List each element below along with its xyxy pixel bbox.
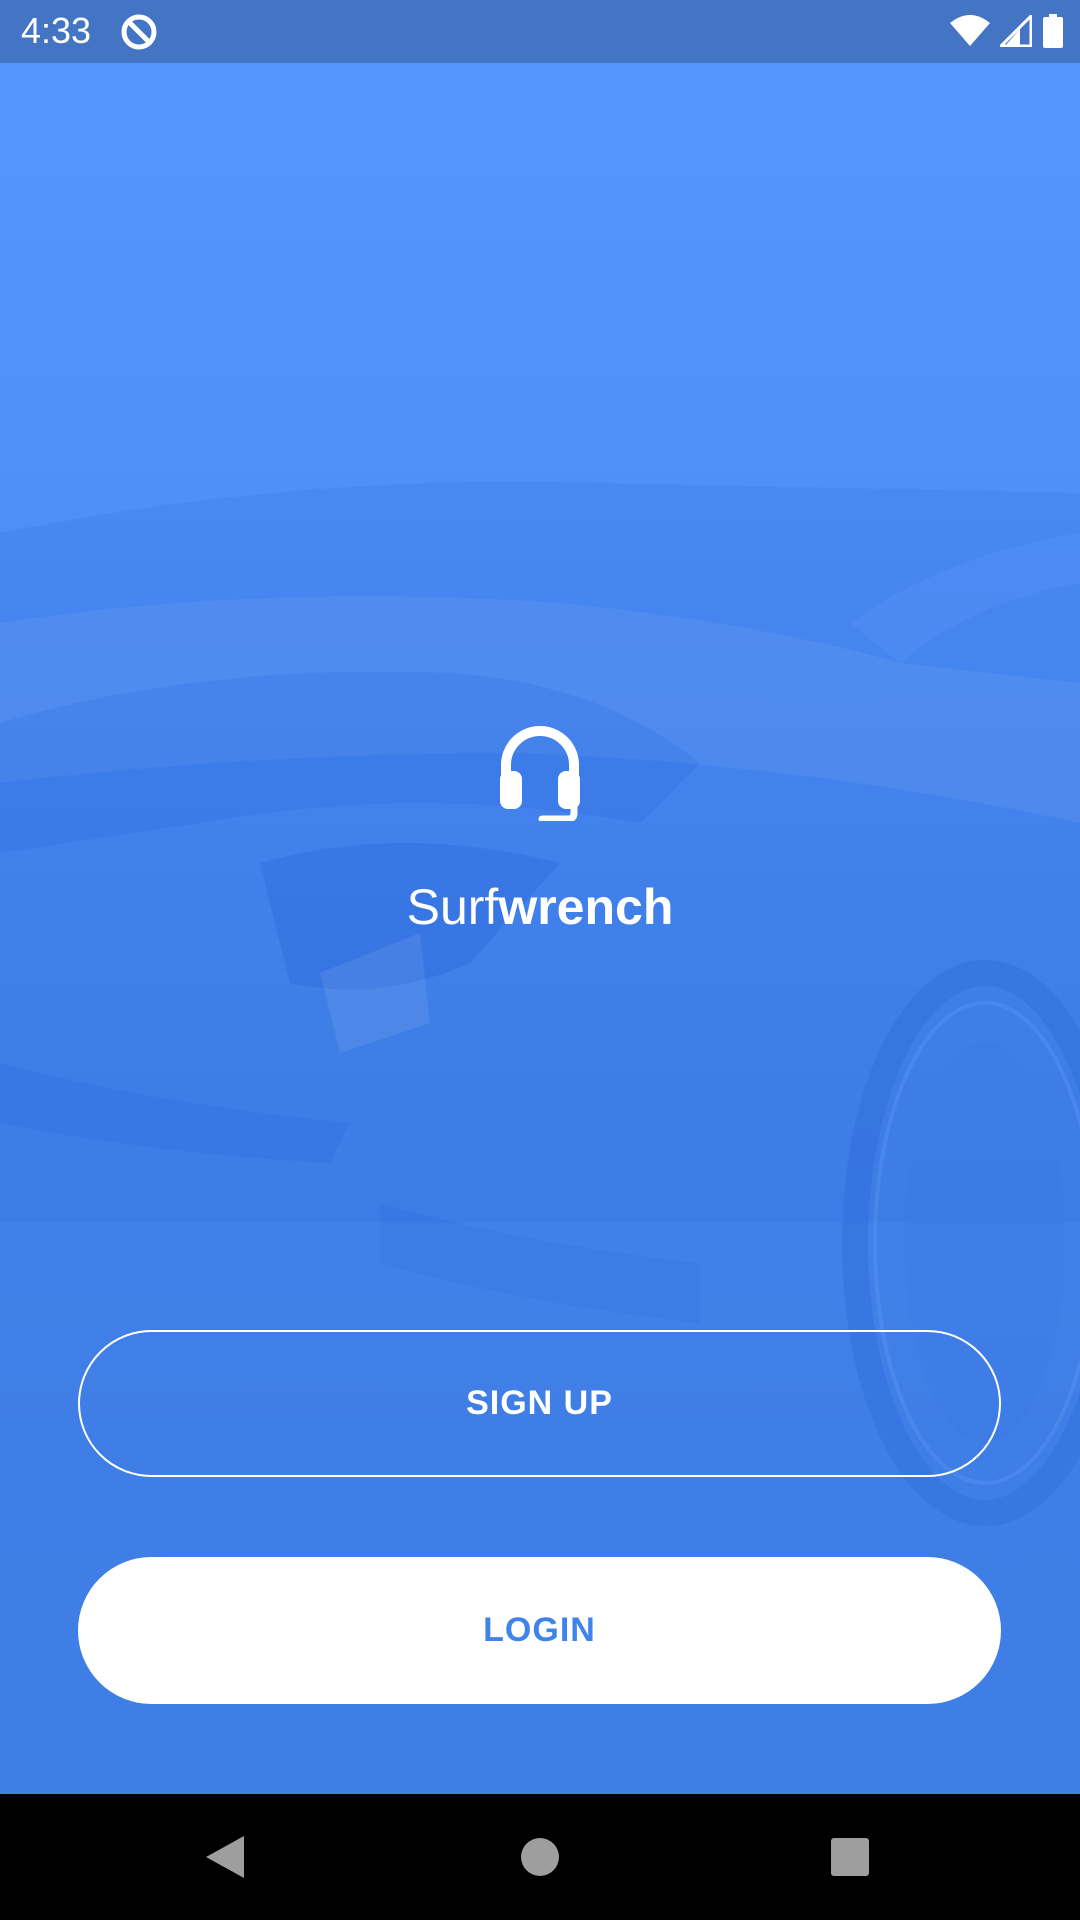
screen: 4:33 Surfwrench SIGN UP LOGIN <box>0 0 1080 1920</box>
status-time: 4:33 <box>21 10 92 51</box>
status-icons <box>950 13 1064 49</box>
headset-icon <box>500 726 580 821</box>
app-background: Surfwrench SIGN UP LOGIN <box>0 63 1080 1794</box>
back-icon <box>206 1836 244 1878</box>
nav-back-button[interactable] <box>165 1794 285 1920</box>
sign-up-button[interactable]: SIGN UP <box>78 1330 1001 1477</box>
login-button[interactable]: LOGIN <box>78 1557 1001 1704</box>
status-bar: 4:33 <box>0 0 1080 63</box>
data-saver-icon <box>121 14 157 50</box>
app-title-bold: wrench <box>498 879 674 935</box>
home-icon <box>521 1838 559 1876</box>
nav-recents-button[interactable] <box>790 1794 910 1920</box>
app-title-light: Surf <box>406 879 499 935</box>
nav-home-button[interactable] <box>480 1794 600 1920</box>
navigation-bar <box>0 1794 1080 1920</box>
login-label: LOGIN <box>483 1611 596 1649</box>
sign-up-label: SIGN UP <box>466 1384 613 1422</box>
recents-icon <box>831 1838 869 1876</box>
app-title: Surfwrench <box>0 875 1080 939</box>
wifi-icon <box>950 15 990 46</box>
battery-icon <box>1043 14 1063 48</box>
cell-signal-icon <box>1000 15 1032 47</box>
